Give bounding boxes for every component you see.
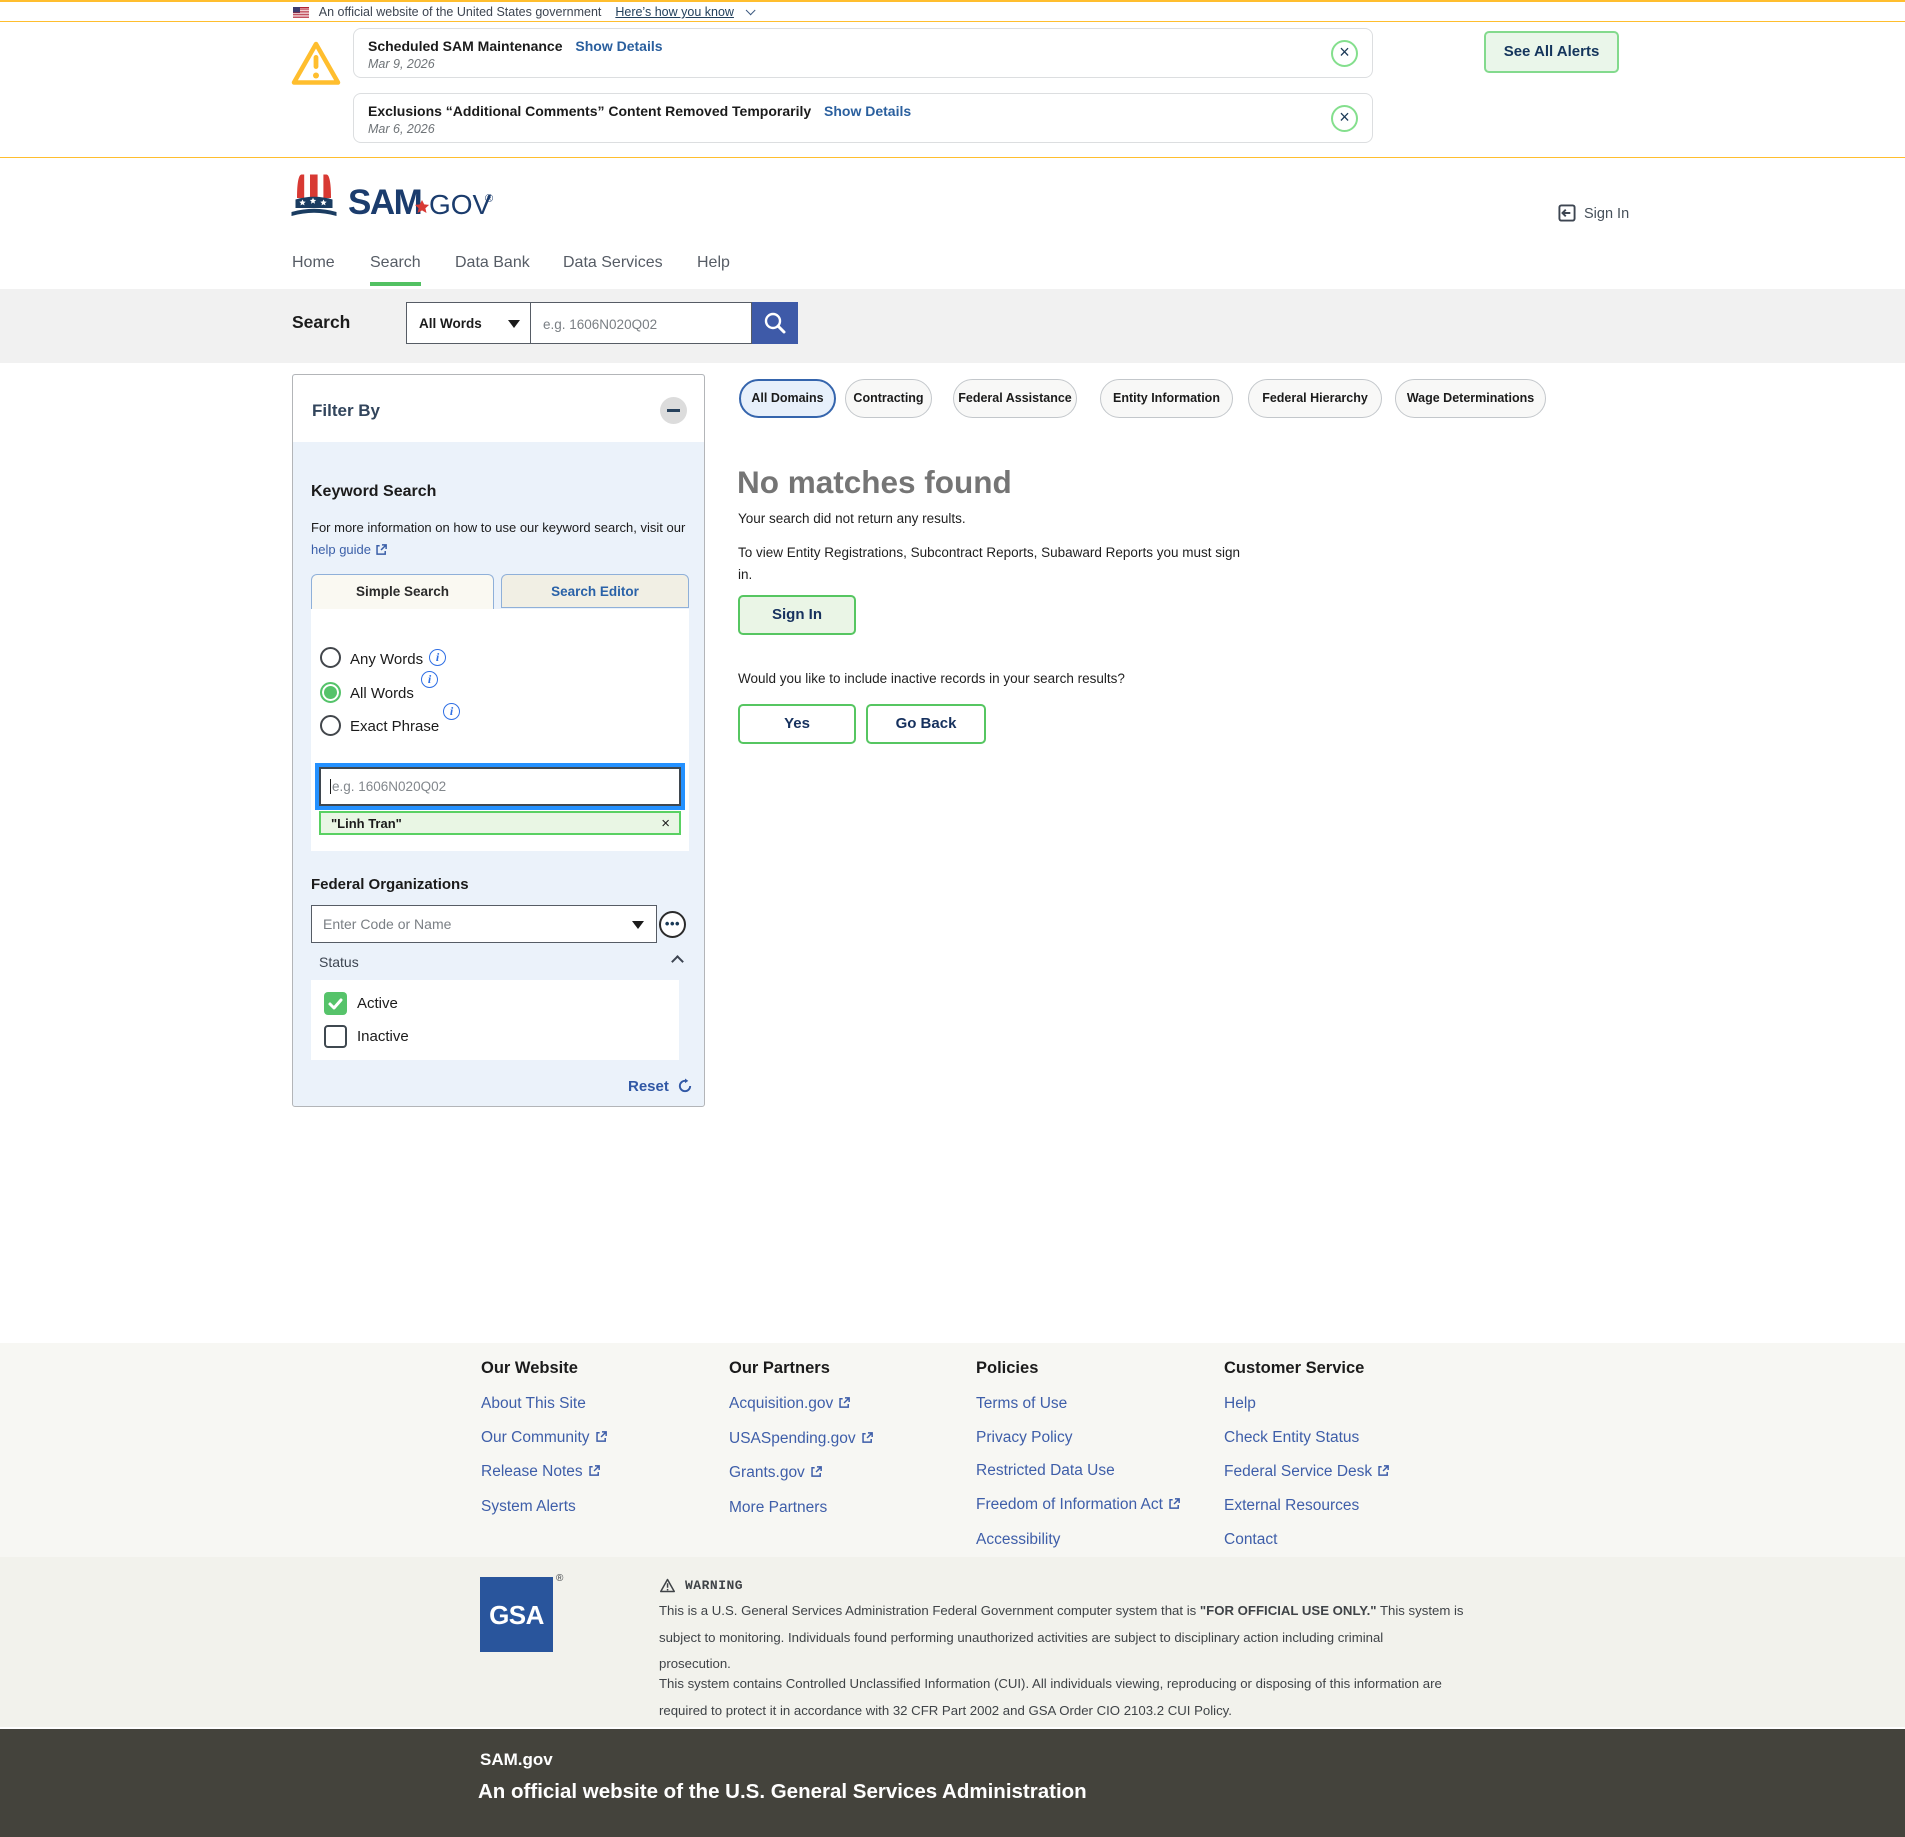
svg-text:SAM: SAM [348, 183, 421, 222]
svg-text:GOV: GOV [429, 189, 492, 220]
svg-text:®: ® [485, 193, 493, 205]
